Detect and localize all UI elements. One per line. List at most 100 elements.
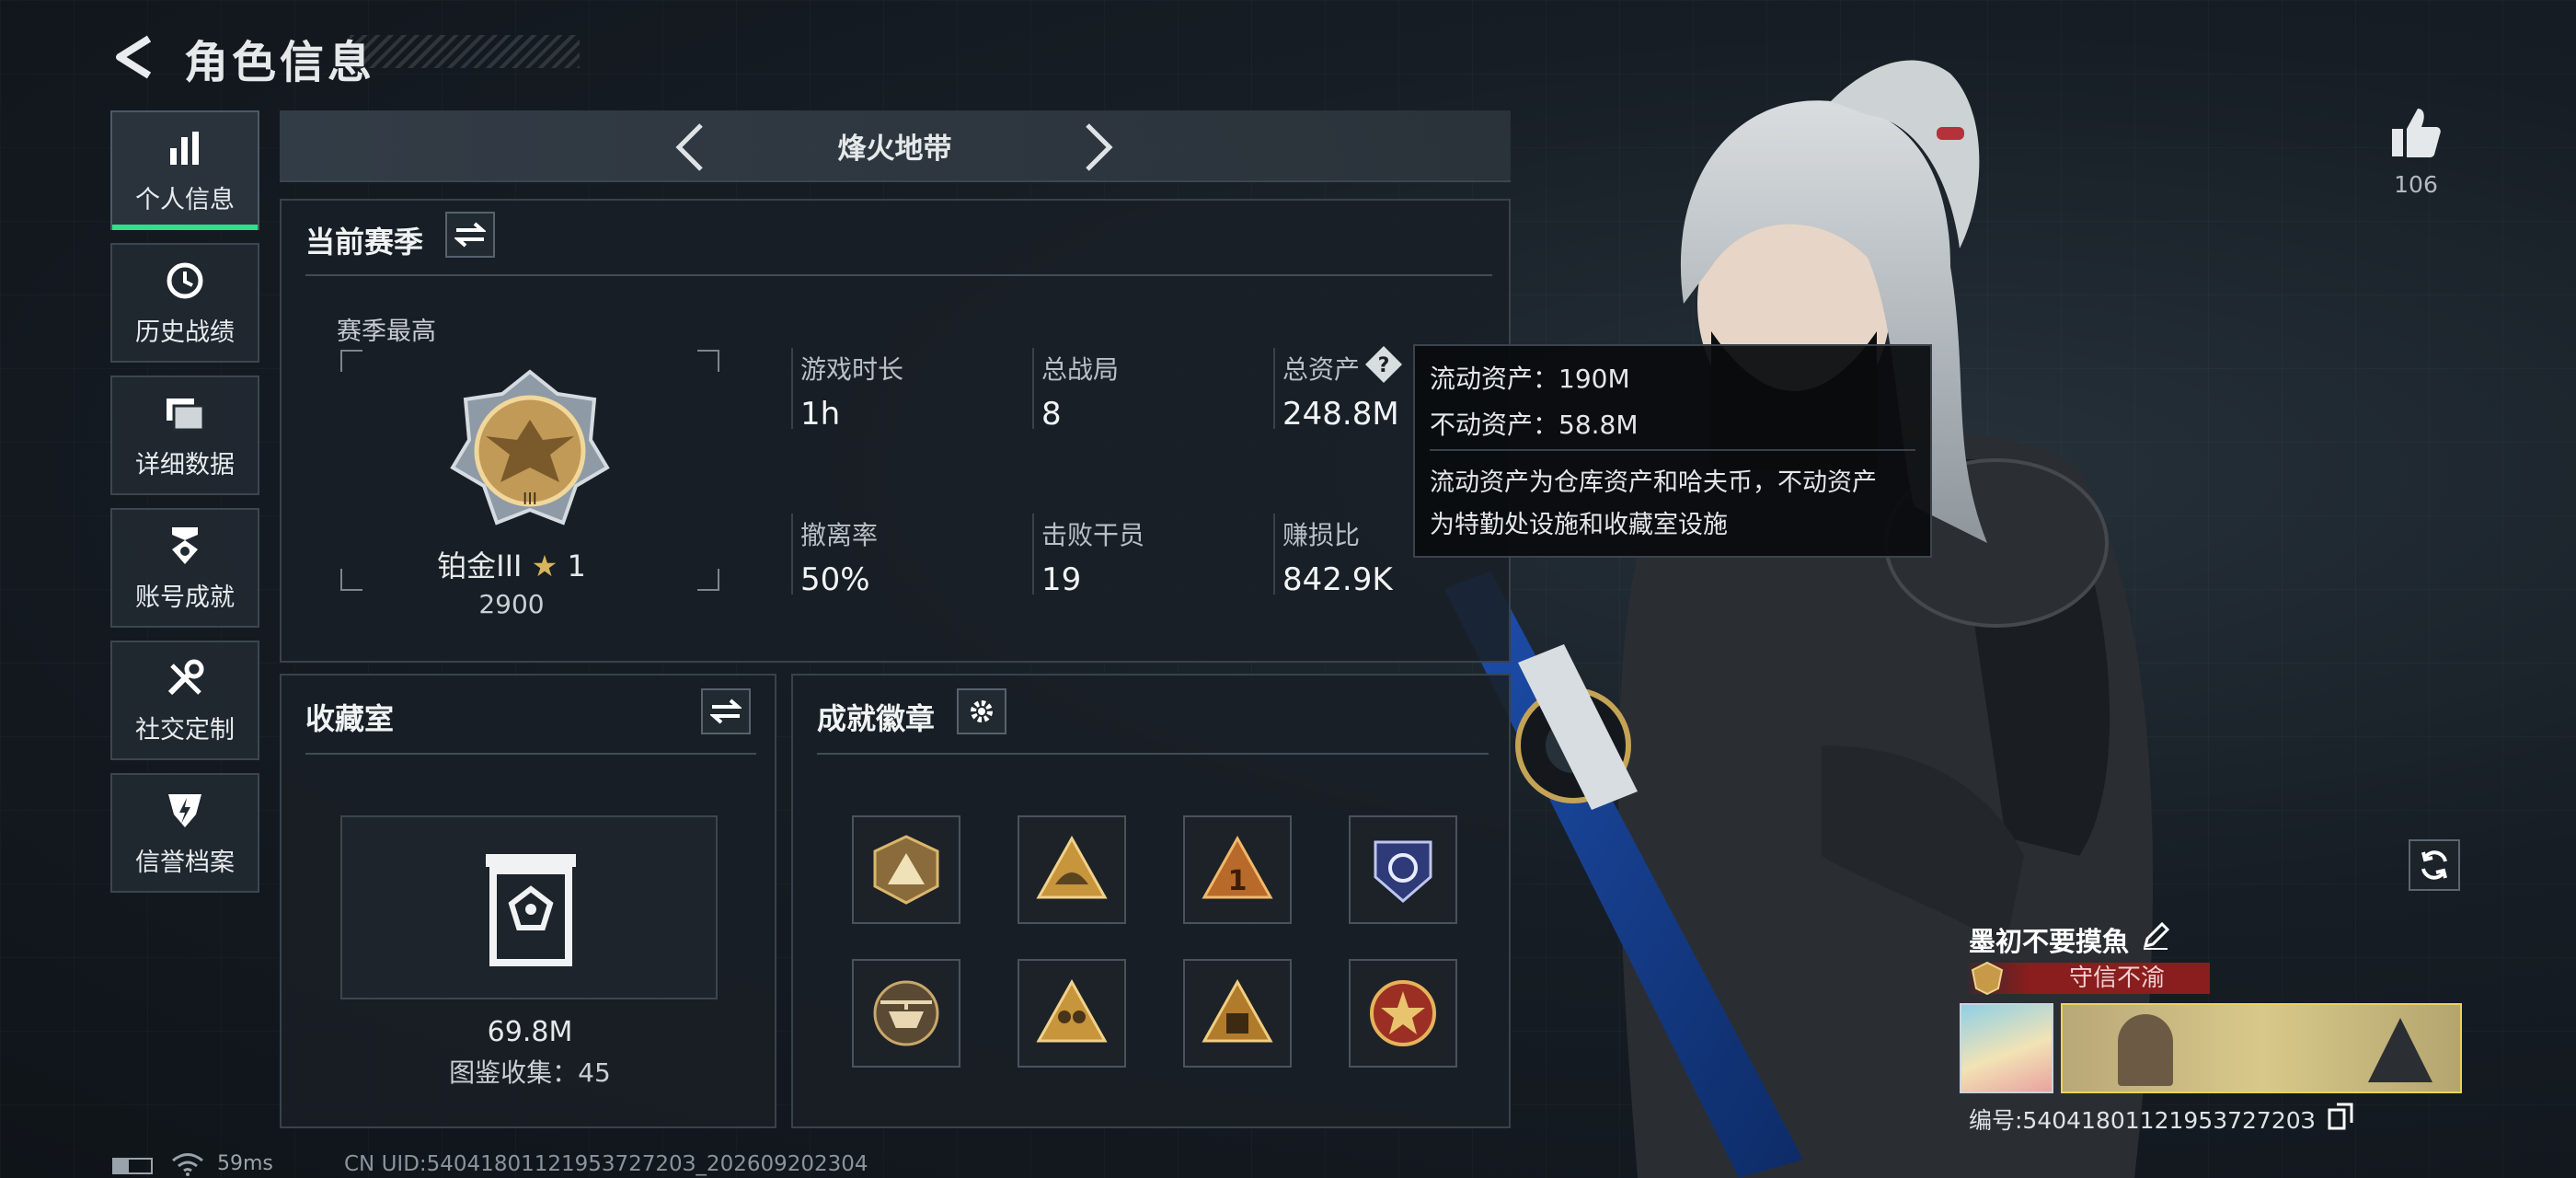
achievement-badge[interactable] [1349, 959, 1457, 1068]
gear-icon [971, 700, 993, 722]
stat-label-extract-rate: 撤离率 [800, 520, 879, 550]
panel-divider [305, 753, 756, 755]
mountain-badge-icon [873, 835, 939, 905]
pencil-icon[interactable] [2140, 920, 2171, 952]
tooltip-description-2: 为特勤处设施和收藏室设施 [1430, 511, 1728, 539]
season-switch-button[interactable] [445, 212, 495, 258]
police-badge-icon [1374, 840, 1432, 903]
nav-label: 历史战绩 [135, 318, 235, 347]
clock-history-icon [163, 259, 207, 303]
number-one-badge-icon: 1 [1202, 835, 1273, 899]
stat-value-profit-ratio: 842.9K [1282, 561, 1393, 598]
stat-label-playtime: 游戏时长 [800, 354, 904, 385]
svg-text:?: ? [1378, 354, 1390, 377]
squad-badge-icon [1036, 978, 1108, 1043]
season-title: 当前赛季 [305, 225, 424, 260]
nav-label: 详细数据 [135, 450, 235, 479]
like-count: 106 [2394, 171, 2438, 198]
nav-item-history[interactable]: 历史战绩 [110, 243, 259, 363]
wifi-icon [172, 1153, 203, 1176]
help-icon[interactable]: ? [1363, 344, 1404, 385]
title-decoration [350, 35, 580, 68]
achievement-badge[interactable]: 1 [1183, 815, 1292, 924]
collection-switch-button[interactable] [701, 688, 751, 734]
mode-name: 烽火地带 [837, 133, 952, 166]
folders-icon [163, 391, 207, 435]
bar-chart-icon [163, 126, 207, 170]
stat-label-profit-ratio: 赚损比 [1282, 520, 1361, 550]
collection-room-panel: 收藏室 69.8M 图鉴收集：45 [280, 674, 776, 1128]
panel-divider [305, 274, 1492, 276]
thumbs-up-icon[interactable] [2388, 105, 2444, 160]
tooltip-description-1: 流动资产为仓库资产和哈夫币，不动资产 [1430, 468, 1877, 497]
stat-divider [791, 514, 793, 595]
frame-corner [340, 350, 362, 372]
copy-icon[interactable] [2328, 1103, 2353, 1130]
collection-preview[interactable] [340, 815, 718, 999]
frame-corner [697, 350, 719, 372]
panel-divider [817, 753, 1489, 755]
refresh-icon [2421, 850, 2447, 880]
achievement-badge[interactable] [1349, 815, 1457, 924]
frame-corner [697, 569, 719, 591]
achievement-badge[interactable] [1018, 959, 1126, 1068]
svg-text:1: 1 [1228, 865, 1248, 897]
stat-value-playtime: 1h [800, 396, 841, 433]
nav-label: 社交定制 [135, 715, 235, 745]
nav-item-reputation[interactable]: 信誉档案 [110, 773, 259, 893]
collection-title: 收藏室 [305, 701, 395, 736]
stat-value-assets: 248.8M [1282, 396, 1399, 433]
badges-settings-button[interactable] [957, 688, 1006, 734]
stat-divider [791, 348, 793, 429]
stat-label-matches: 总战局 [1041, 354, 1120, 385]
achievement-badge[interactable] [852, 815, 960, 924]
reputation-title: 守信不渝 [2068, 964, 2165, 992]
ping: 59ms [217, 1152, 273, 1175]
collection-value: 69.8M [487, 1016, 573, 1048]
player-name: 墨初不要摸魚 [1969, 926, 2130, 957]
star-icon: ★ [531, 549, 558, 583]
battery-icon [112, 1158, 153, 1174]
achievement-badge[interactable] [1018, 815, 1126, 924]
banner-emblem [2368, 1018, 2432, 1082]
swap-icon [710, 699, 742, 724]
battery-level [114, 1160, 129, 1172]
nav-label: 信誉档案 [135, 848, 235, 877]
chevron-right-icon[interactable] [1080, 120, 1117, 175]
vault-badge-icon [1202, 978, 1273, 1043]
achievement-badge[interactable] [1183, 959, 1292, 1068]
avatar[interactable] [1960, 1003, 2053, 1093]
reputation-shield-icon [163, 789, 207, 833]
stat-label-assets: 总资产 [1282, 354, 1361, 385]
nav-item-personal-info[interactable]: 个人信息 [110, 110, 259, 230]
collection-count: 图鉴收集：45 [449, 1057, 611, 1088]
stat-value-kills: 19 [1041, 561, 1082, 598]
achievement-badge[interactable] [852, 959, 960, 1068]
rank-points: 2900 [478, 589, 545, 619]
triangle-badge-icon [1036, 835, 1108, 899]
back-arrow-icon[interactable] [109, 31, 160, 83]
stat-value-extract-rate: 50% [800, 561, 870, 598]
player-id: 编号:5404180112195372720З [1969, 1107, 2316, 1134]
swap-icon [454, 222, 486, 248]
player-banner[interactable] [2061, 1003, 2462, 1093]
chevron-left-icon[interactable] [672, 120, 708, 175]
nav-item-details[interactable]: 详细数据 [110, 375, 259, 495]
assets-tooltip: 流动资产：190M 不动资产：58.8M 流动资产为仓库资产和哈夫币，不动资产 … [1413, 344, 1932, 558]
tooltip-liquid-assets: 流动资产：190M [1430, 364, 1630, 394]
current-season-panel: 当前赛季 赛季最高 III 铂金III ★ 1 2900 游戏时长 1h 总战局… [280, 199, 1511, 663]
nav-item-achievements[interactable]: 账号成就 [110, 508, 259, 628]
stat-divider [1032, 348, 1034, 429]
rank-emblem-icon: III [450, 369, 610, 525]
tooltip-divider [1430, 449, 1915, 451]
refresh-button[interactable] [2409, 839, 2460, 891]
rank-line: 铂金III ★ 1 [374, 543, 650, 585]
footer-uid: CN UID:5404180112195372720З_202609202304 [344, 1152, 868, 1176]
nav-item-social-custom[interactable]: 社交定制 [110, 641, 259, 760]
rank-name: 铂金III [437, 549, 523, 583]
frame-corner [340, 569, 362, 591]
achievement-badges-panel: 成就徽章 1 [791, 674, 1511, 1128]
star-medal-badge-icon [1370, 980, 1436, 1046]
stat-divider [1273, 514, 1275, 595]
helicopter-badge-icon [873, 980, 939, 1046]
